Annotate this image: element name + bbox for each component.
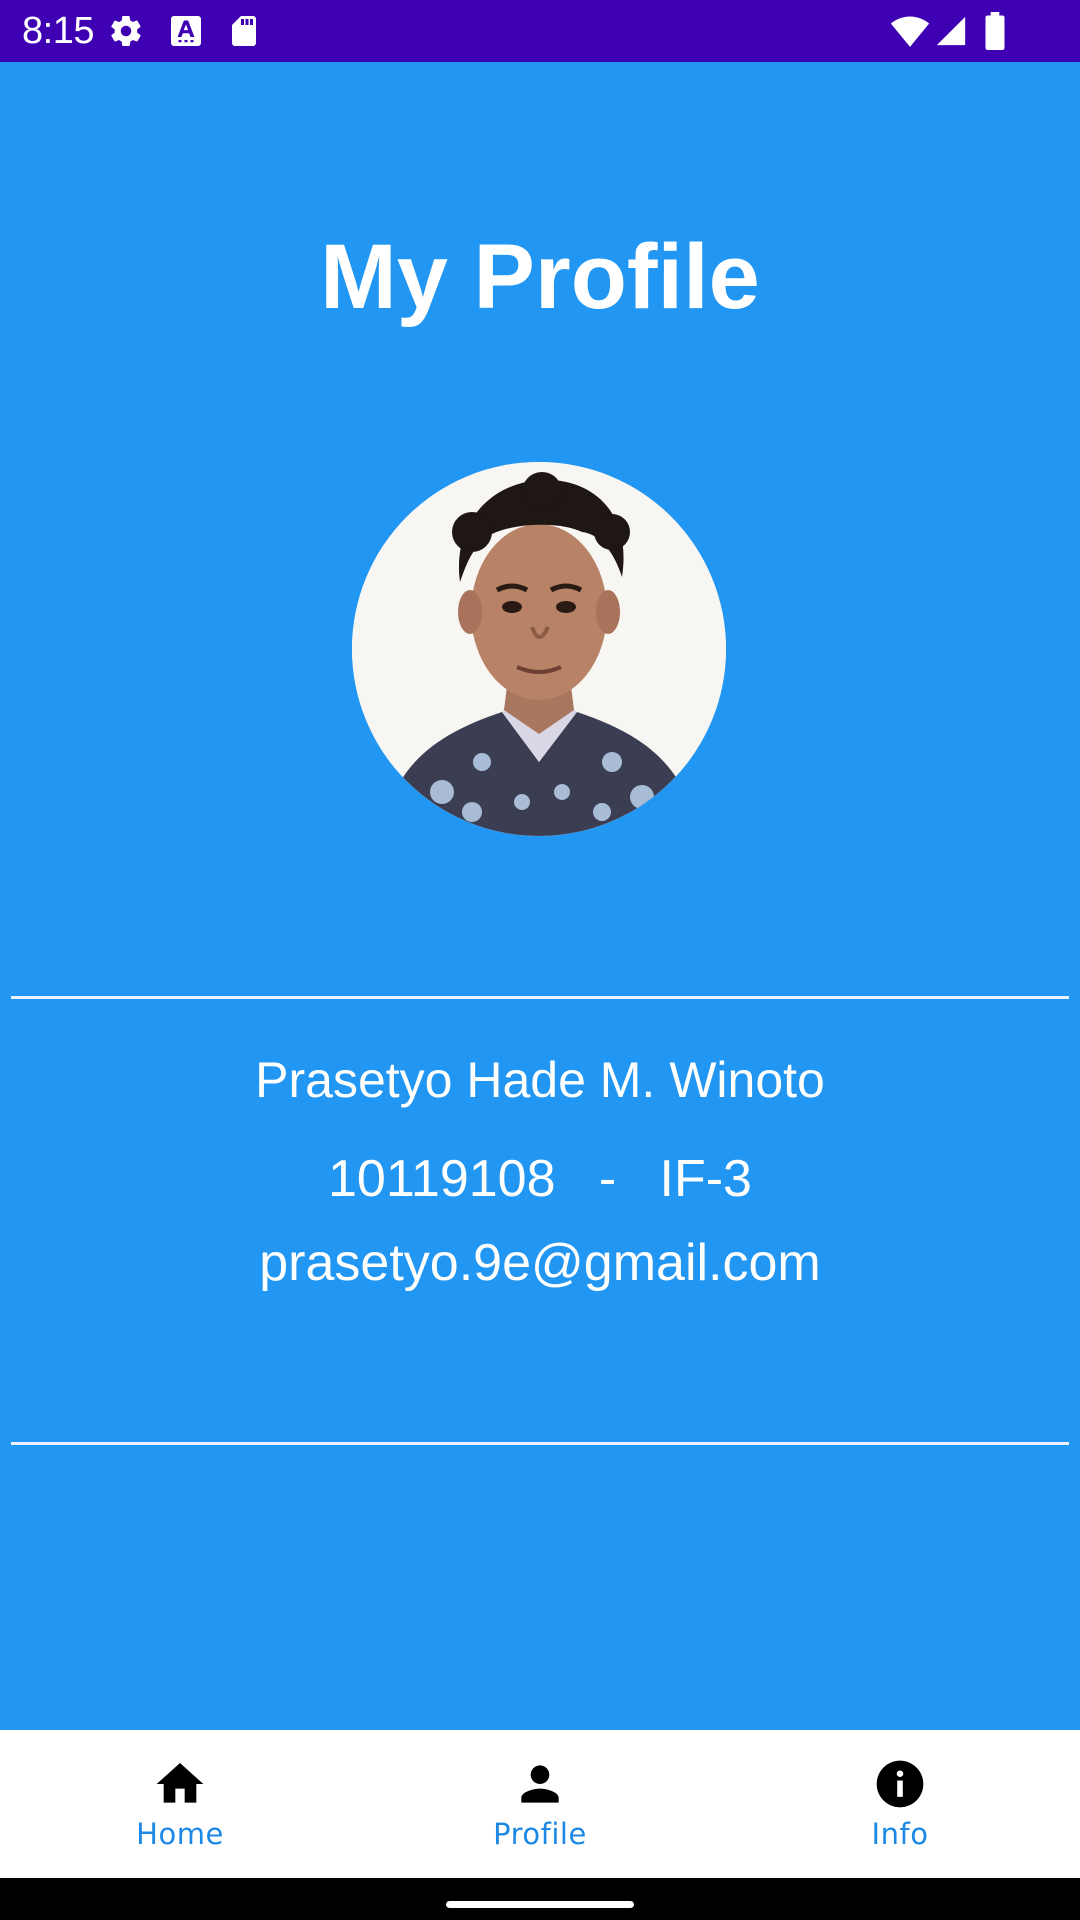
status-bar: 8:15 <box>0 0 1080 62</box>
page-title: My Profile <box>320 226 760 328</box>
profile-id-class: 10119108 - IF-3 <box>328 1150 752 1208</box>
bottom-navigation: Home Profile Info <box>0 1730 1080 1878</box>
avatar-photo <box>352 462 726 836</box>
system-navigation-bar <box>0 1878 1080 1920</box>
profile-screen: My Profile Prasetyo Hade M. Winoto 10119… <box>0 62 1080 1730</box>
wifi-icon <box>890 16 930 47</box>
person-icon <box>521 1765 559 1803</box>
gear-icon <box>111 16 141 47</box>
cellular-signal-icon <box>936 16 966 46</box>
nav-item-info[interactable]: Info <box>720 1730 1080 1878</box>
divider-top <box>11 996 1069 999</box>
gesture-handle[interactable] <box>446 1901 634 1908</box>
info-icon <box>876 1760 924 1808</box>
nav-item-home[interactable]: Home <box>0 1730 360 1878</box>
nav-label-profile: Profile <box>493 1817 587 1851</box>
sd-card-icon <box>232 16 256 46</box>
avatar <box>352 462 726 836</box>
profile-email: prasetyo.9e@gmail.com <box>259 1234 821 1292</box>
battery-icon <box>985 12 1005 50</box>
font-icon <box>171 16 201 46</box>
status-time: 8:15 <box>22 10 94 52</box>
profile-name: Prasetyo Hade M. Winoto <box>255 1052 825 1108</box>
nav-item-profile[interactable]: Profile <box>360 1730 720 1878</box>
nav-label-info: Info <box>871 1817 929 1851</box>
divider-bottom <box>11 1442 1069 1445</box>
home-icon <box>156 1763 204 1803</box>
nav-label-home: Home <box>136 1817 224 1851</box>
